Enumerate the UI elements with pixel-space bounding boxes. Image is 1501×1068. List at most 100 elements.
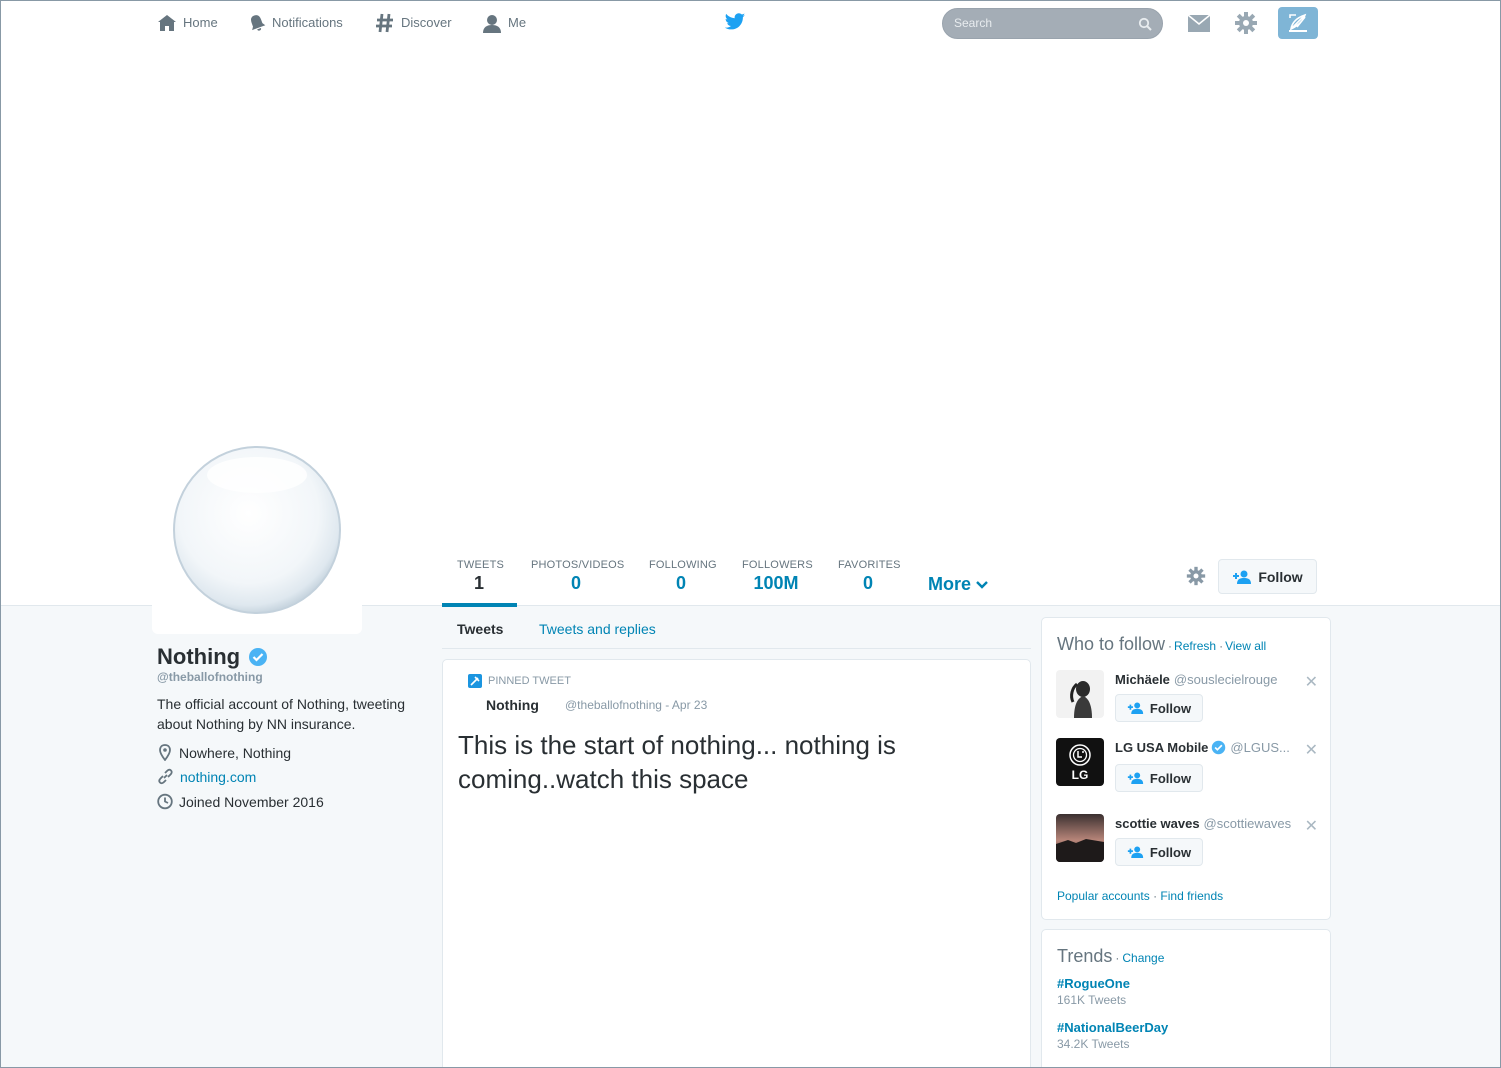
- search-input[interactable]: [954, 16, 1134, 30]
- nav-me[interactable]: Me: [482, 13, 526, 33]
- suggestion-follow-label: Follow: [1149, 770, 1192, 786]
- stat-followers-value: 100M: [753, 573, 799, 593]
- stat-tweets[interactable]: TWEETS 1: [457, 559, 504, 594]
- search-icon[interactable]: [1138, 17, 1152, 31]
- separator-dot: ·: [1219, 639, 1224, 653]
- profile-handle[interactable]: @theballofnothing: [157, 670, 263, 684]
- refresh-link[interactable]: Refresh: [1174, 639, 1216, 653]
- trends-title: Trends: [1057, 946, 1113, 966]
- add-user-icon: [1233, 570, 1252, 584]
- nav-notifications-label: Notifications: [272, 15, 343, 30]
- dismiss-close-icon[interactable]: ✕: [1305, 816, 1318, 836]
- suggestion-avatar[interactable]: [1056, 670, 1104, 718]
- avatar[interactable]: [172, 445, 342, 615]
- nav-discover-label: Discover: [401, 15, 452, 30]
- suggestion-handle: @souslecielrouge: [1173, 672, 1278, 687]
- active-stat-underline: [442, 603, 517, 607]
- link-icon: [158, 768, 173, 785]
- verified-badge-icon: [249, 648, 268, 666]
- pinned-tweet-context: PINNED TWEET: [468, 674, 571, 688]
- stat-photos-videos[interactable]: PHOTOS/VIDEOS 0: [531, 559, 625, 594]
- who-to-follow-footer: Popular accounts · Find friends: [1057, 889, 1223, 903]
- pinned-tweet-label: PINNED TWEET: [488, 675, 571, 687]
- suggestion-follow-button[interactable]: Follow: [1115, 694, 1203, 722]
- home-icon: [158, 15, 176, 31]
- trend-item[interactable]: #RogueOne 161K Tweets: [1057, 976, 1130, 1007]
- suggestion-avatar[interactable]: [1056, 814, 1104, 862]
- profile-website[interactable]: nothing.com: [157, 768, 256, 785]
- verified-badge-icon: [1212, 740, 1226, 755]
- stat-favorites-value: 0: [862, 573, 873, 593]
- suggestion-name-text: LG USA Mobile: [1115, 740, 1209, 755]
- profile-joined-text: Joined November 2016: [179, 793, 324, 810]
- person-icon: [483, 14, 501, 33]
- trend-item[interactable]: #NationalBeerDay 34.2K Tweets: [1057, 1020, 1168, 1051]
- tab-tweets-and-replies[interactable]: Tweets and replies: [539, 621, 656, 637]
- trend-tweet-count: 34.2K Tweets: [1057, 1037, 1130, 1051]
- nav-notifications[interactable]: Notifications: [248, 13, 343, 33]
- pin-icon: [468, 674, 482, 688]
- direct-messages-envelope-icon[interactable]: [1187, 14, 1211, 33]
- tweet-author-meta[interactable]: @theballofnothing - Apr 23: [565, 698, 707, 712]
- nav-discover[interactable]: Discover: [375, 13, 452, 33]
- compose-quill-icon: [1289, 13, 1307, 32]
- suggestion-avatar[interactable]: LG: [1056, 738, 1104, 786]
- trend-hashtag[interactable]: #NationalBeerDay: [1057, 1020, 1168, 1035]
- suggestion-item: Michäele @souslecielrouge ✕ Follow: [1056, 670, 1318, 730]
- suggestion-follow-button[interactable]: Follow: [1115, 838, 1203, 866]
- profile-settings-gear-icon[interactable]: [1186, 566, 1206, 586]
- tab-tweets[interactable]: Tweets: [457, 621, 503, 637]
- tweet-text: This is the start of nothing... nothing …: [458, 730, 896, 794]
- suggestion-handle: @LGUS...: [1230, 740, 1290, 755]
- separator-dot: ·: [1153, 889, 1158, 903]
- popular-accounts-link[interactable]: Popular accounts: [1057, 889, 1150, 903]
- suggestion-follow-button[interactable]: Follow: [1115, 764, 1203, 792]
- location-pin-icon: [159, 744, 171, 761]
- follow-button[interactable]: Follow: [1218, 559, 1317, 594]
- stat-following[interactable]: FOLLOWING 0: [649, 559, 717, 594]
- profile-location-text: Nowhere, Nothing: [179, 744, 292, 761]
- follow-button-label: Follow: [1258, 568, 1303, 585]
- view-all-link[interactable]: View all: [1225, 639, 1266, 653]
- profile-name-text: Nothing: [157, 644, 241, 669]
- stat-followers-label: FOLLOWERS: [742, 559, 813, 571]
- compose-tweet-button[interactable]: [1278, 7, 1318, 39]
- stat-tweets-value: 1: [473, 573, 484, 593]
- suggestion-item: LG LG USA Mobile @LGUS... ✕ Follow: [1056, 738, 1318, 798]
- stat-favorites-label: FAVORITES: [838, 559, 901, 571]
- stat-photos-label: PHOTOS/VIDEOS: [531, 559, 625, 571]
- trends-module: Trends · Change #RogueOne 161K Tweets #N…: [1041, 929, 1331, 1068]
- add-user-icon: [1127, 846, 1144, 858]
- profile-joined: Joined November 2016: [157, 793, 324, 810]
- tweet-card: PINNED TWEET Nothing @theballofnothing -…: [442, 659, 1031, 1068]
- suggestion-item: scottie waves @scottiewaves ✕ Follow: [1056, 814, 1318, 874]
- dismiss-close-icon[interactable]: ✕: [1305, 740, 1318, 760]
- find-friends-link[interactable]: Find friends: [1160, 889, 1223, 903]
- twitter-bird-logo-icon[interactable]: [724, 12, 746, 32]
- bell-icon: [251, 15, 266, 31]
- profile-bio: The official account of Nothing, tweetin…: [157, 696, 406, 732]
- dismiss-close-icon[interactable]: ✕: [1305, 672, 1318, 692]
- nav-home[interactable]: Home: [157, 13, 218, 33]
- stat-following-value: 0: [675, 573, 686, 593]
- trend-tweet-count: 161K Tweets: [1057, 993, 1127, 1007]
- suggestion-name[interactable]: scottie waves @scottiewaves: [1115, 816, 1291, 831]
- suggestion-name[interactable]: LG USA Mobile @LGUS...: [1115, 740, 1290, 755]
- suggestion-name[interactable]: Michäele @souslecielrouge: [1115, 672, 1277, 687]
- profile-website-link[interactable]: nothing.com: [180, 769, 256, 785]
- stat-following-label: FOLLOWING: [649, 559, 717, 571]
- search-box[interactable]: [942, 8, 1163, 39]
- tweet-author-name[interactable]: Nothing: [486, 697, 539, 713]
- settings-gear-icon[interactable]: [1234, 11, 1258, 35]
- stat-followers[interactable]: FOLLOWERS 100M: [742, 559, 813, 594]
- stat-favorites[interactable]: FAVORITES 0: [838, 559, 901, 594]
- who-to-follow-title: Who to follow: [1057, 634, 1166, 654]
- add-user-icon: [1127, 772, 1144, 784]
- profile-name: Nothing: [157, 644, 268, 670]
- hashtag-icon: [376, 13, 393, 33]
- trend-hashtag[interactable]: #RogueOne: [1057, 976, 1130, 991]
- more-dropdown[interactable]: More: [928, 574, 989, 595]
- add-user-icon: [1127, 702, 1144, 714]
- trends-change-link[interactable]: Change: [1122, 951, 1164, 965]
- header-left-border: [0, 47, 1, 547]
